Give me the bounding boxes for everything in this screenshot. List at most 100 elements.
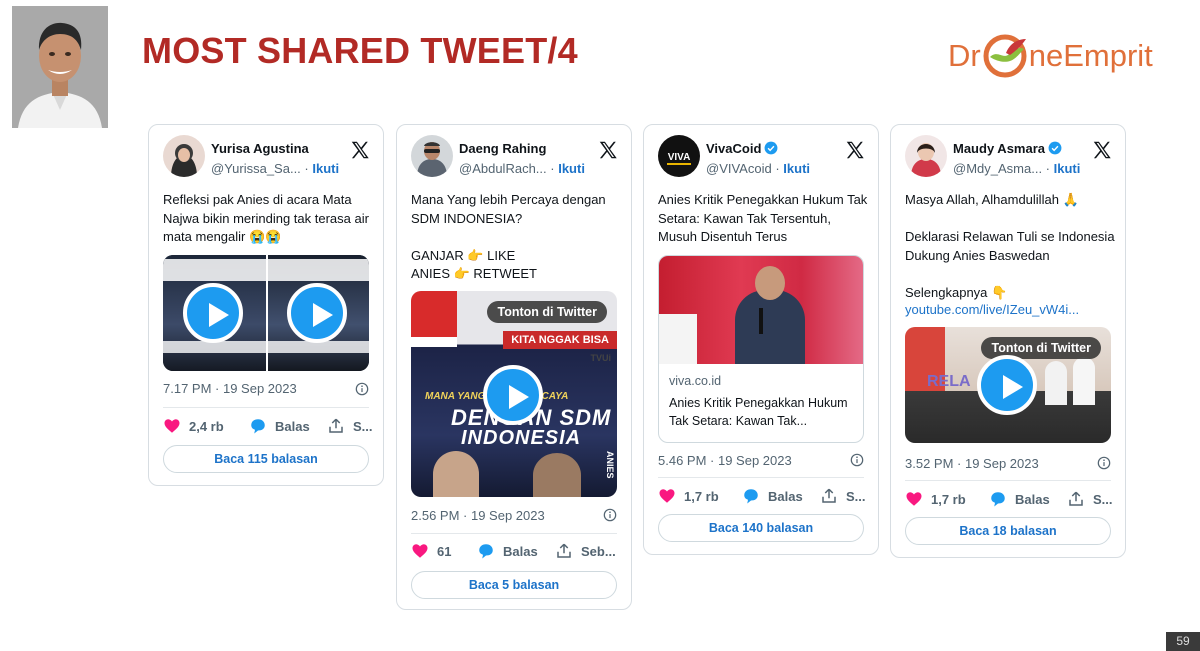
image-speaker-head xyxy=(755,266,785,300)
drone-logo-icon xyxy=(983,34,1027,78)
like-button[interactable]: 61 xyxy=(411,542,451,560)
share-icon xyxy=(822,488,836,503)
video-side-label: ANIES xyxy=(605,451,615,479)
tweet-card-1: Yurisa Agustina @Yurissa_Sa... · Ikuti R… xyxy=(148,124,384,486)
play-button[interactable] xyxy=(483,365,543,425)
share-button[interactable]: Seb... xyxy=(555,542,616,560)
youtube-link[interactable]: youtube.com/live/IZeu_vW4i... xyxy=(905,301,1115,320)
share-label: S... xyxy=(846,488,866,504)
author-name[interactable]: VivaCoid xyxy=(706,141,778,156)
tweet-video-media[interactable]: KITA NGGAK BISA Tonton di Twitter TVUi M… xyxy=(411,291,617,497)
video-person-1 xyxy=(1045,361,1067,405)
author-handle[interactable]: @AbdulRach... xyxy=(459,161,547,176)
share-icon xyxy=(557,543,571,558)
heart-icon xyxy=(164,419,180,433)
follow-link[interactable]: Ikuti xyxy=(1054,161,1081,176)
x-logo-icon[interactable] xyxy=(844,139,866,161)
tweet-actions: 61 Balas Seb... xyxy=(411,542,621,562)
share-button[interactable]: S... xyxy=(1067,490,1113,508)
play-button-left[interactable] xyxy=(183,283,243,343)
image-speaker-body xyxy=(735,290,805,364)
tweet-text: Masya Allah, Alhamdulillah 🙏 Deklarasi R… xyxy=(905,192,1115,300)
author-name[interactable]: Maudy Asmara xyxy=(953,141,1062,156)
verified-badge-icon xyxy=(1048,141,1062,155)
read-replies-button[interactable]: Baca 5 balasan xyxy=(411,571,617,599)
slide-title: MOST SHARED TWEET/4 xyxy=(142,30,578,71)
reply-button[interactable]: Balas xyxy=(477,542,538,560)
share-label: S... xyxy=(1093,491,1113,507)
x-logo-icon[interactable] xyxy=(597,139,619,161)
tweet-header: Maudy Asmara @Mdy_Asma... · Ikuti xyxy=(905,135,1113,183)
separator xyxy=(905,480,1111,481)
avatar[interactable]: VIVA xyxy=(658,135,700,177)
reply-button[interactable]: Balas xyxy=(742,487,803,505)
x-logo-icon[interactable] xyxy=(349,139,371,161)
author-name[interactable]: Daeng Rahing xyxy=(459,141,546,156)
video-flag-red xyxy=(411,291,457,337)
avatar[interactable] xyxy=(411,135,453,177)
video-caption-strip xyxy=(163,259,369,281)
author-handle[interactable]: @Yurissa_Sa... xyxy=(211,161,301,176)
tweet-actions: 1,7 rb Balas S... xyxy=(658,487,868,507)
read-replies-button[interactable]: Baca 115 balasan xyxy=(163,445,369,473)
author-handle[interactable]: @VIVAcoid xyxy=(706,161,772,176)
like-count: 1,7 rb xyxy=(931,491,966,507)
verified-badge-icon xyxy=(764,141,778,155)
author-name-text: VivaCoid xyxy=(706,141,762,156)
reply-label: Balas xyxy=(503,543,538,559)
author-handle-line: @VIVAcoid · Ikuti xyxy=(706,161,811,176)
tweet-text: Mana Yang lebih Percaya dengan SDM INDON… xyxy=(411,192,606,281)
follow-link[interactable]: Ikuti xyxy=(558,161,585,176)
watch-on-twitter-badge[interactable]: Tonton di Twitter xyxy=(487,301,607,323)
like-button[interactable]: 1,7 rb xyxy=(905,490,966,508)
share-button[interactable]: S... xyxy=(327,417,373,435)
play-button[interactable] xyxy=(977,355,1037,415)
reply-label: Balas xyxy=(1015,491,1050,507)
x-logo-icon[interactable] xyxy=(1091,139,1113,161)
author-handle-line: @Mdy_Asma... · Ikuti xyxy=(953,161,1081,176)
reply-bubble-icon xyxy=(251,419,265,434)
svg-text:VIVA: VIVA xyxy=(668,152,691,163)
read-replies-button[interactable]: Baca 18 balasan xyxy=(905,517,1111,545)
link-domain: viva.co.id xyxy=(669,374,722,388)
share-button[interactable]: S... xyxy=(820,487,866,505)
play-button-right[interactable] xyxy=(287,283,347,343)
tweet-timestamp[interactable]: 3.52 PM · 19 Sep 2023 xyxy=(905,456,1039,471)
author-name[interactable]: Yurisa Agustina xyxy=(211,141,309,156)
info-icon[interactable] xyxy=(355,382,369,396)
tweet-video-media[interactable]: RELA Tonton di Twitter xyxy=(905,327,1111,443)
video-banner: KITA NGGAK BISA xyxy=(503,331,617,349)
tweet-timestamp[interactable]: 2.56 PM · 19 Sep 2023 xyxy=(411,508,545,523)
tweet-timestamp[interactable]: 7.17 PM · 19 Sep 2023 xyxy=(163,381,297,396)
tweet-video-media[interactable] xyxy=(163,255,369,371)
page-number: 59 xyxy=(1166,632,1200,651)
link-card[interactable]: viva.co.id Anies Kritik Penegakkan Hukum… xyxy=(658,255,864,443)
read-replies-button[interactable]: Baca 140 balasan xyxy=(658,514,864,542)
like-button[interactable]: 2,4 rb xyxy=(163,417,224,435)
tweet-header: Yurisa Agustina @Yurissa_Sa... · Ikuti xyxy=(163,135,371,183)
info-icon[interactable] xyxy=(603,508,617,522)
like-button[interactable]: 1,7 rb xyxy=(658,487,719,505)
separator xyxy=(163,407,369,408)
follow-link[interactable]: Ikuti xyxy=(783,161,810,176)
author-handle[interactable]: @Mdy_Asma... xyxy=(953,161,1042,176)
drone-emprit-logo: Dr neEmprit xyxy=(948,28,1153,84)
share-label: S... xyxy=(353,418,373,434)
video-subtitle-strip xyxy=(163,341,369,353)
follow-link[interactable]: Ikuti xyxy=(312,161,339,176)
reply-bubble-icon xyxy=(991,492,1005,507)
reply-button[interactable]: Balas xyxy=(989,490,1050,508)
avatar[interactable] xyxy=(163,135,205,177)
link-title: Anies Kritik Penegakkan Hukum Tak Setara… xyxy=(669,396,848,428)
tweet-header: VIVA VivaCoid @VIVAcoid · Ikuti xyxy=(658,135,866,183)
info-icon[interactable] xyxy=(1097,456,1111,470)
reply-button[interactable]: Balas xyxy=(249,417,310,435)
video-caption-big-2: INDONESIA xyxy=(461,427,582,449)
reply-bubble-icon xyxy=(744,489,758,504)
avatar[interactable] xyxy=(905,135,947,177)
logo-text-end: neEmprit xyxy=(1028,38,1153,73)
info-icon[interactable] xyxy=(850,453,864,467)
heart-icon xyxy=(412,544,428,558)
tweet-timestamp[interactable]: 5.46 PM · 19 Sep 2023 xyxy=(658,453,792,468)
author-name-text: Maudy Asmara xyxy=(953,141,1045,156)
